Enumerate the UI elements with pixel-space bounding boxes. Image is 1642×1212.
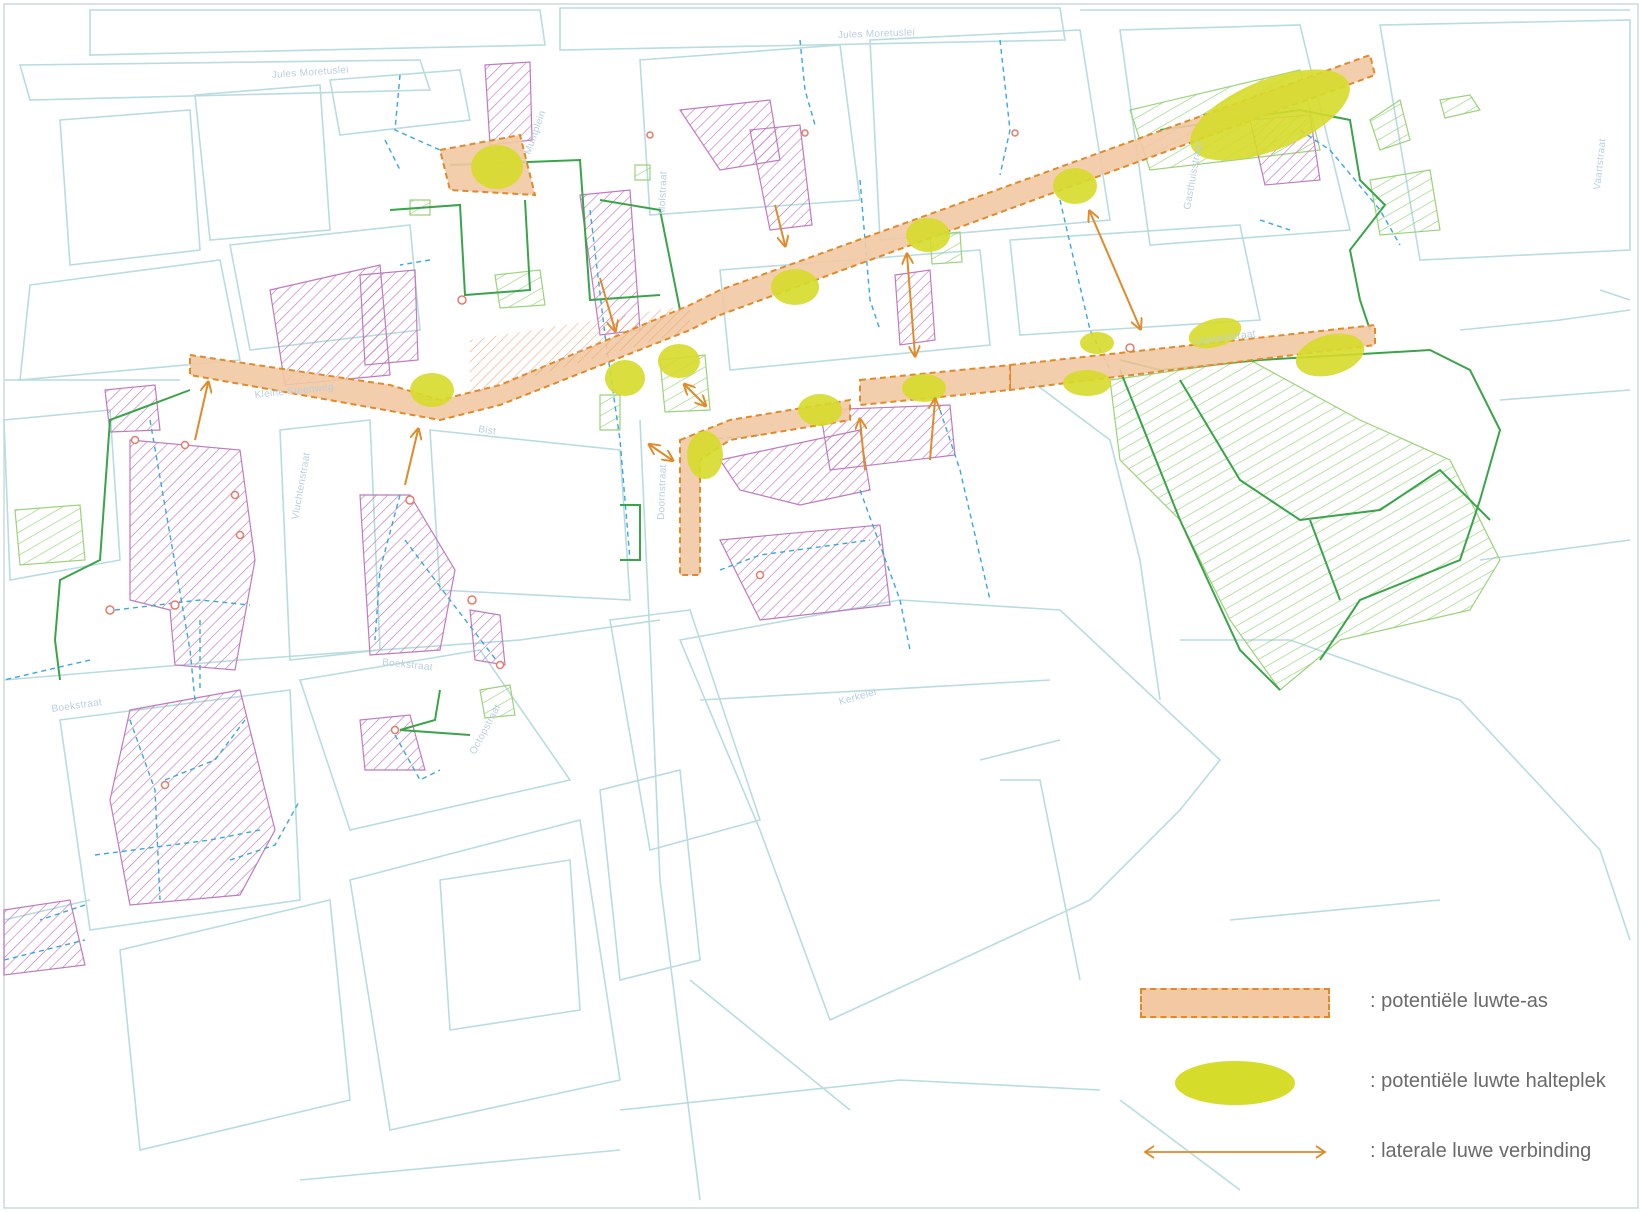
stop-4 [658, 344, 700, 378]
legend: : potentiële luwte-as : potentiële luwte… [1140, 980, 1630, 1190]
legend-swatch-stop [1175, 1061, 1295, 1105]
stop-1 [471, 145, 523, 189]
legend-row-stop: : potentiële luwte halteplek [1140, 1058, 1630, 1108]
stop-5 [771, 269, 819, 305]
stop-9 [1080, 332, 1114, 354]
stop-6 [906, 218, 950, 252]
stop-15 [687, 431, 723, 479]
street-label-molstraat: Molstraat [657, 171, 670, 215]
legend-swatch-lateral [1143, 1145, 1327, 1159]
stop-2 [410, 373, 454, 407]
stop-7 [1053, 168, 1097, 204]
legend-row-lateral: : laterale luwe verbinding [1140, 1130, 1630, 1180]
stop-11 [1063, 370, 1111, 396]
street-label-doornstraat: Doornstraat [656, 464, 669, 520]
stop-14 [798, 394, 842, 426]
stop-13 [902, 374, 946, 402]
legend-label-lateral: : laterale luwe verbinding [1370, 1140, 1592, 1162]
legend-label-stop: : potentiële luwte halteplek [1370, 1070, 1606, 1092]
legend-swatch-axis [1140, 988, 1330, 1018]
legend-label-axis: : potentiële luwte-as [1370, 990, 1548, 1012]
legend-row-axis: : potentiële luwte-as [1140, 980, 1630, 1030]
stop-3 [605, 360, 645, 396]
